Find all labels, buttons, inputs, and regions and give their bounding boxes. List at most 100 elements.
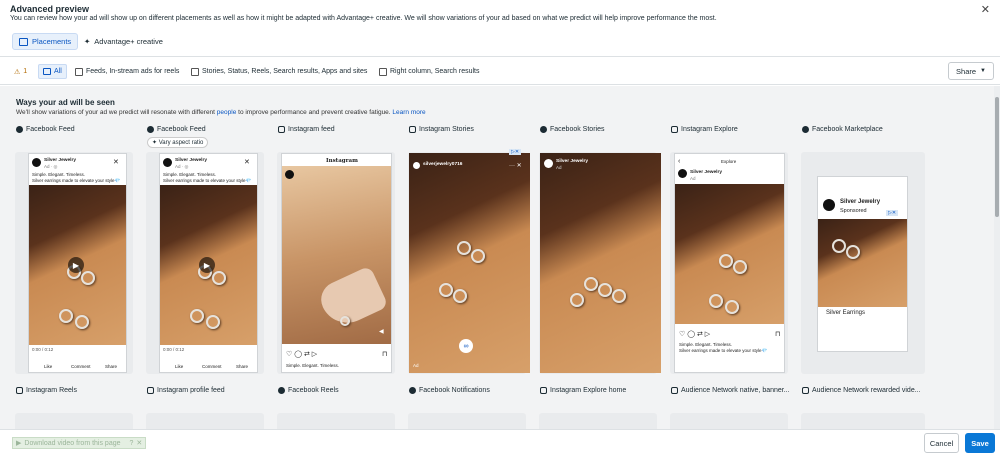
close-icon[interactable]: ✕ [136, 439, 142, 447]
preview-card-placeholder[interactable] [15, 413, 133, 429]
placement-filter-bar: ⚠ 1 All Feeds, In-stream ads for reels S… [0, 57, 1000, 85]
preview-card-instagram-explore[interactable]: ‹ Explore Silver Jewelry Ad ♡ ◯ ⇄ ▷ ⊓ Si… [670, 152, 788, 374]
placements-icon [19, 37, 28, 46]
preview-card-placeholder[interactable] [146, 413, 264, 429]
hand-image [315, 265, 389, 332]
link-icon: ∞ [459, 339, 473, 353]
phone-frame: Silver Jewelry Sponsored ▷✕ Silver Earri… [817, 176, 908, 352]
save-button[interactable]: Save [965, 433, 995, 453]
preview-header: Advanced preview You can review how your… [0, 0, 1000, 57]
ig-actions-icon: ♡ ◯ ⇄ ▷ [286, 351, 318, 358]
placement-label: Instagram feed [278, 126, 335, 133]
preview-card-instagram-stories[interactable]: silverjewelry0716 ··· ✕ ∞ Ad ▷✕ [408, 149, 530, 374]
tab-advantage-creative[interactable]: ✦ Advantage+ creative [78, 33, 169, 50]
preview-card-placeholder[interactable] [408, 413, 526, 429]
preview-card-facebook-stories[interactable]: Silver Jewelry Ad [539, 152, 661, 374]
preview-card-placeholder[interactable] [277, 413, 395, 429]
adchoices-icon[interactable]: ▷✕ [509, 149, 522, 155]
footer-bar [0, 429, 1000, 457]
checkbox-icon [379, 67, 387, 76]
bookmark-icon: ⊓ [775, 331, 781, 338]
placement-label: Facebook Reels [278, 387, 339, 394]
avatar [823, 199, 835, 211]
phone-frame: ‹ Explore Silver Jewelry Ad ♡ ◯ ⇄ ▷ ⊓ Si… [674, 153, 785, 373]
preview-card-facebook-marketplace[interactable]: Silver Jewelry Sponsored ▷✕ Silver Earri… [801, 152, 925, 374]
close-icon: ✕ [244, 159, 250, 166]
filter-right-column[interactable]: Right column, Search results [375, 64, 483, 79]
audience-network-icon [802, 387, 809, 394]
adchoices-icon[interactable]: ▷✕ [886, 210, 899, 216]
ad-image: silverjewelry0716 ··· ✕ ∞ Ad [409, 153, 530, 373]
checkbox-icon [191, 67, 199, 76]
sparkle-icon: ✦ [84, 37, 91, 46]
placement-label: Instagram profile feed [147, 387, 225, 394]
avatar [544, 159, 553, 168]
ad-image: Silver Jewelry Ad [540, 153, 661, 373]
page-title: Advanced preview [10, 4, 90, 14]
checkbox-icon [75, 67, 83, 76]
placement-label: Instagram Explore [671, 126, 738, 133]
instagram-icon [540, 387, 547, 394]
tab-placements[interactable]: Placements [12, 33, 79, 50]
preview-card-facebook-feed[interactable]: Silver Jewelry Ad · ◎ ✕ Simple. Elegant.… [15, 152, 133, 374]
warning-filter[interactable]: ⚠ 1 [10, 64, 31, 79]
preview-card-instagram-feed[interactable]: Instagram ◀ ♡ ◯ ⇄ ▷ ⊓ Simple. Elegant. T… [277, 152, 395, 374]
avatar [163, 158, 172, 167]
people-link[interactable]: people [217, 109, 237, 116]
preview-card-placeholder[interactable] [670, 413, 788, 429]
scrollbar-thumb[interactable] [995, 97, 999, 217]
play-icon: ▶ [68, 257, 84, 273]
close-icon[interactable]: ✕ [981, 3, 990, 16]
download-video-bar[interactable]: ▶ Download video from this page ? ✕ [12, 437, 147, 449]
instagram-icon [278, 126, 285, 133]
play-icon: ▶ [199, 257, 215, 273]
share-button[interactable]: Share ▼ [948, 62, 994, 80]
ig-actions-icon: ♡ ◯ ⇄ ▷ [679, 331, 711, 338]
avatar [285, 170, 294, 179]
filter-stories[interactable]: Stories, Status, Reels, Search results, … [187, 64, 371, 79]
filter-all[interactable]: All [38, 64, 67, 79]
preview-card-placeholder[interactable] [539, 413, 657, 429]
preview-card-facebook-feed-aspect[interactable]: Silver Jewelry Ad · ◎ ✕ Simple. Elegant.… [146, 152, 264, 374]
placements-icon [43, 68, 51, 75]
instagram-icon [409, 126, 416, 133]
learn-more-link[interactable]: Learn more [392, 109, 425, 116]
placement-label: Instagram Explore home [540, 387, 626, 394]
placement-label: Facebook Feed [147, 126, 206, 133]
back-icon: ‹ [678, 158, 681, 165]
phone-frame: silverjewelry0716 ··· ✕ ∞ Ad [409, 153, 530, 373]
placement-label: Audience Network native, banner... [671, 387, 790, 394]
placement-label: Facebook Marketplace [802, 126, 883, 133]
caret-down-icon: ▼ [980, 68, 986, 74]
phone-frame: Instagram ◀ ♡ ◯ ⇄ ▷ ⊓ Simple. Elegant. T… [281, 153, 392, 373]
help-icon[interactable]: ? [130, 440, 134, 447]
audience-network-icon [671, 387, 678, 394]
placement-label: Instagram Stories [409, 126, 474, 133]
phone-frame: Silver Jewelry Ad · ◎ ✕ Simple. Elegant.… [28, 153, 127, 373]
filter-feeds[interactable]: Feeds, In-stream ads for reels [71, 64, 183, 79]
placement-label: Audience Network rewarded vide... [802, 387, 921, 394]
ad-image: ▶ [29, 185, 126, 345]
facebook-icon [540, 126, 547, 133]
vary-aspect-ratio-badge: ✦ Vary aspect ratio [147, 137, 209, 148]
ad-image [675, 184, 784, 324]
placement-label: Instagram Reels [16, 387, 77, 394]
facebook-icon [147, 126, 154, 133]
facebook-icon [278, 387, 285, 394]
warning-icon: ⚠ [14, 68, 21, 76]
phone-frame: Silver Jewelry Ad [540, 153, 661, 373]
avatar [413, 162, 420, 169]
facebook-icon [409, 387, 416, 394]
ad-image: ◀ [282, 166, 391, 344]
facebook-icon [802, 126, 809, 133]
play-icon: ▶ [16, 440, 22, 447]
close-icon: ✕ [113, 159, 119, 166]
instagram-icon [147, 387, 154, 394]
mute-icon: ◀ [379, 329, 384, 335]
page-description: You can review how your ad will show up … [10, 15, 717, 22]
preview-card-placeholder[interactable] [801, 413, 925, 429]
avatar [678, 169, 687, 178]
cancel-button[interactable]: Cancel [924, 433, 959, 453]
instagram-icon [671, 126, 678, 133]
placement-label: Facebook Notifications [409, 387, 490, 394]
